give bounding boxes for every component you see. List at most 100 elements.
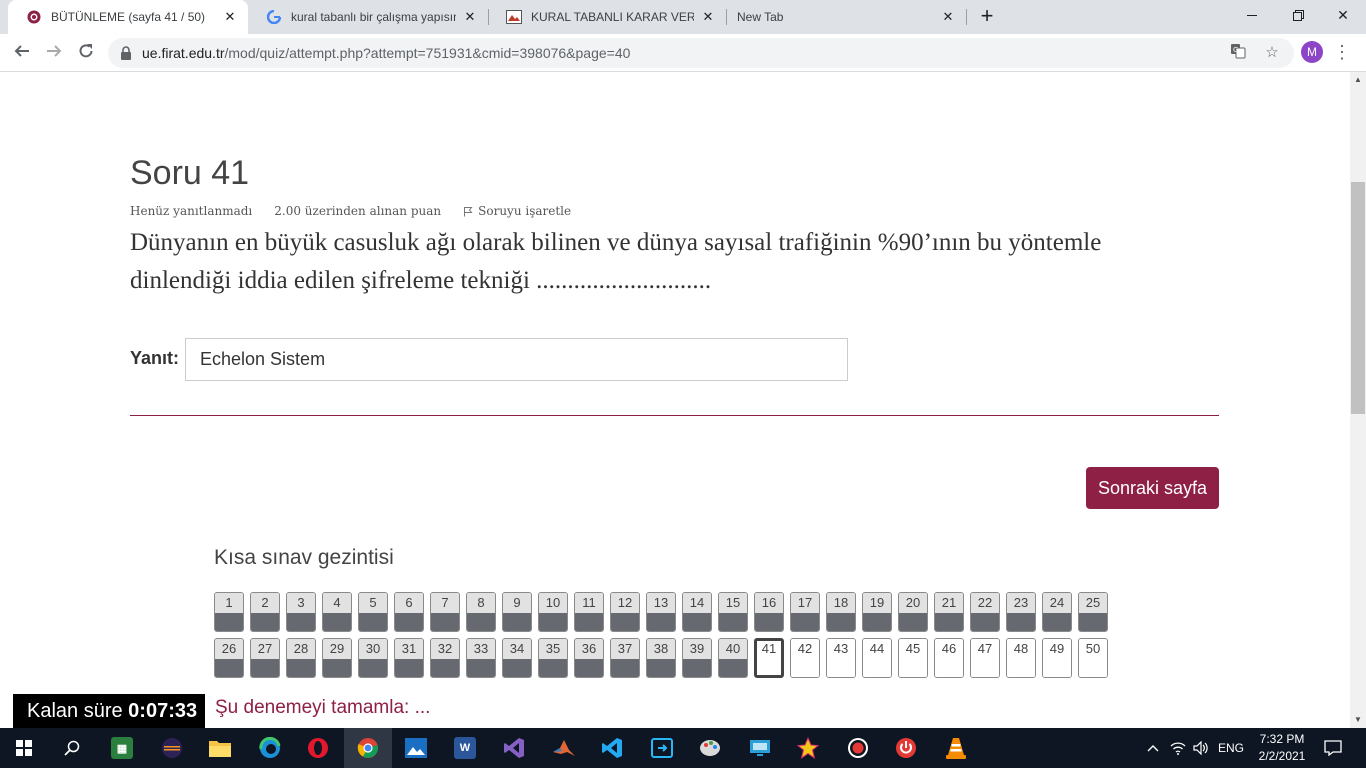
quiz-nav-button-43[interactable]: 43 [826,638,856,678]
quiz-nav-button-10[interactable]: 10 [538,592,568,632]
scroll-down-arrow-icon[interactable]: ▼ [1350,712,1366,728]
quiz-nav-button-9[interactable]: 9 [502,592,532,632]
quiz-nav-button-37[interactable]: 37 [610,638,640,678]
quiz-nav-button-48[interactable]: 48 [1006,638,1036,678]
back-arrow-icon[interactable] [8,39,36,67]
quiz-nav-button-39[interactable]: 39 [682,638,712,678]
quiz-nav-button-20[interactable]: 20 [898,592,928,632]
tab-close-icon[interactable]: ✕ [462,9,478,25]
quiz-nav-button-30[interactable]: 30 [358,638,388,678]
quiz-nav-button-31[interactable]: 31 [394,638,424,678]
opera-icon[interactable] [294,728,342,768]
quiz-nav-button-49[interactable]: 49 [1042,638,1072,678]
quiz-nav-button-38[interactable]: 38 [646,638,676,678]
address-bar[interactable]: ue.firat.edu.tr/mod/quiz/attempt.php?att… [108,38,1294,68]
power-app-icon[interactable] [882,728,930,768]
quiz-nav-button-2[interactable]: 2 [250,592,280,632]
eclipse-icon[interactable] [148,728,196,768]
lock-icon[interactable] [120,46,132,60]
quiz-nav-button-11[interactable]: 11 [574,592,604,632]
scroll-up-arrow-icon[interactable]: ▲ [1350,72,1366,88]
quiz-nav-button-17[interactable]: 17 [790,592,820,632]
quiz-nav-button-35[interactable]: 35 [538,638,568,678]
reload-icon[interactable] [72,39,100,67]
quiz-nav-button-14[interactable]: 14 [682,592,712,632]
translate-icon[interactable]: G [1228,43,1248,63]
tab-kural-tabanli[interactable]: KURAL TABANLI KARAR VERME M ✕ [488,0,726,34]
quiz-nav-button-26[interactable]: 26 [214,638,244,678]
visual-studio-icon[interactable] [490,728,538,768]
matlab-icon[interactable] [540,728,588,768]
quiz-nav-button-34[interactable]: 34 [502,638,532,678]
vlc-icon[interactable] [932,728,980,768]
paint-icon[interactable] [686,728,734,768]
edge-icon[interactable] [246,728,294,768]
quiz-nav-button-41[interactable]: 41 [754,638,784,678]
quiz-nav-button-21[interactable]: 21 [934,592,964,632]
quiz-nav-button-4[interactable]: 4 [322,592,352,632]
chrome-icon[interactable] [344,728,392,768]
quiz-nav-button-44[interactable]: 44 [862,638,892,678]
quiz-nav-button-40[interactable]: 40 [718,638,748,678]
quiz-nav-button-3[interactable]: 3 [286,592,316,632]
file-explorer-icon[interactable] [196,728,244,768]
answer-input[interactable] [185,338,848,381]
bookmark-star-icon[interactable]: ☆ [1262,43,1282,63]
quiz-nav-button-8[interactable]: 8 [466,592,496,632]
quiz-nav-button-7[interactable]: 7 [430,592,460,632]
quiz-nav-button-19[interactable]: 19 [862,592,892,632]
tray-chevron-up-icon[interactable] [1144,728,1162,768]
finish-attempt-link[interactable]: Şu denemeyi tamamla: ... [215,697,430,719]
restore-icon[interactable] [1275,0,1321,30]
screen-recorder-icon[interactable] [834,728,882,768]
quiz-nav-button-47[interactable]: 47 [970,638,1000,678]
scroll-thumb[interactable] [1351,182,1365,414]
quiz-nav-button-36[interactable]: 36 [574,638,604,678]
quiz-nav-button-6[interactable]: 6 [394,592,424,632]
forward-arrow-icon[interactable] [40,39,68,67]
taskbar-clock[interactable]: 7:32 PM 2/2/2021 [1250,731,1314,765]
quiz-nav-button-33[interactable]: 33 [466,638,496,678]
wifi-icon[interactable] [1168,728,1188,768]
new-tab-plus-icon[interactable]: + [977,5,997,29]
quiz-nav-button-25[interactable]: 25 [1078,592,1108,632]
page-scrollbar[interactable]: ▲ ▼ [1350,72,1366,728]
quiz-nav-button-22[interactable]: 22 [970,592,1000,632]
tab-quiz[interactable]: BÜTÜNLEME (sayfa 41 / 50) ✕ [8,0,248,34]
quiz-nav-button-16[interactable]: 16 [754,592,784,632]
quiz-nav-button-45[interactable]: 45 [898,638,928,678]
volume-icon[interactable] [1190,728,1212,768]
tab-new-tab[interactable]: New Tab ✕ [726,0,966,34]
word-icon[interactable]: W [441,728,489,768]
quiz-nav-button-1[interactable]: 1 [214,592,244,632]
quiz-nav-button-5[interactable]: 5 [358,592,388,632]
search-icon[interactable] [48,728,96,768]
quiz-nav-button-46[interactable]: 46 [934,638,964,678]
quiz-nav-button-32[interactable]: 32 [430,638,460,678]
window-close-icon[interactable]: ✕ [1320,0,1366,30]
vscode-icon[interactable] [588,728,636,768]
minimize-icon[interactable] [1229,0,1275,30]
notification-center-icon[interactable] [1320,728,1346,768]
photos-icon[interactable] [392,728,440,768]
send-app-icon[interactable] [638,728,686,768]
quiz-nav-button-18[interactable]: 18 [826,592,856,632]
language-indicator[interactable]: ENG [1216,728,1246,768]
quiz-nav-button-29[interactable]: 29 [322,638,352,678]
app-puzzle-icon[interactable]: ▦ [98,728,146,768]
profile-avatar[interactable]: M [1301,41,1323,63]
flag-question-link[interactable]: Soruyu işaretle [463,204,593,218]
tab-close-icon[interactable]: ✕ [700,9,716,25]
remote-desktop-icon[interactable] [736,728,784,768]
quiz-nav-button-42[interactable]: 42 [790,638,820,678]
quiz-nav-button-12[interactable]: 12 [610,592,640,632]
quiz-nav-button-24[interactable]: 24 [1042,592,1072,632]
quiz-nav-button-23[interactable]: 23 [1006,592,1036,632]
quiz-nav-button-27[interactable]: 27 [250,638,280,678]
star-app-icon[interactable] [784,728,832,768]
menu-more-icon[interactable]: ⋮ [1332,39,1352,67]
windows-start-icon[interactable] [0,728,48,768]
next-page-button[interactable]: Sonraki sayfa [1086,467,1219,509]
tab-close-icon[interactable]: ✕ [222,9,238,25]
quiz-nav-button-13[interactable]: 13 [646,592,676,632]
